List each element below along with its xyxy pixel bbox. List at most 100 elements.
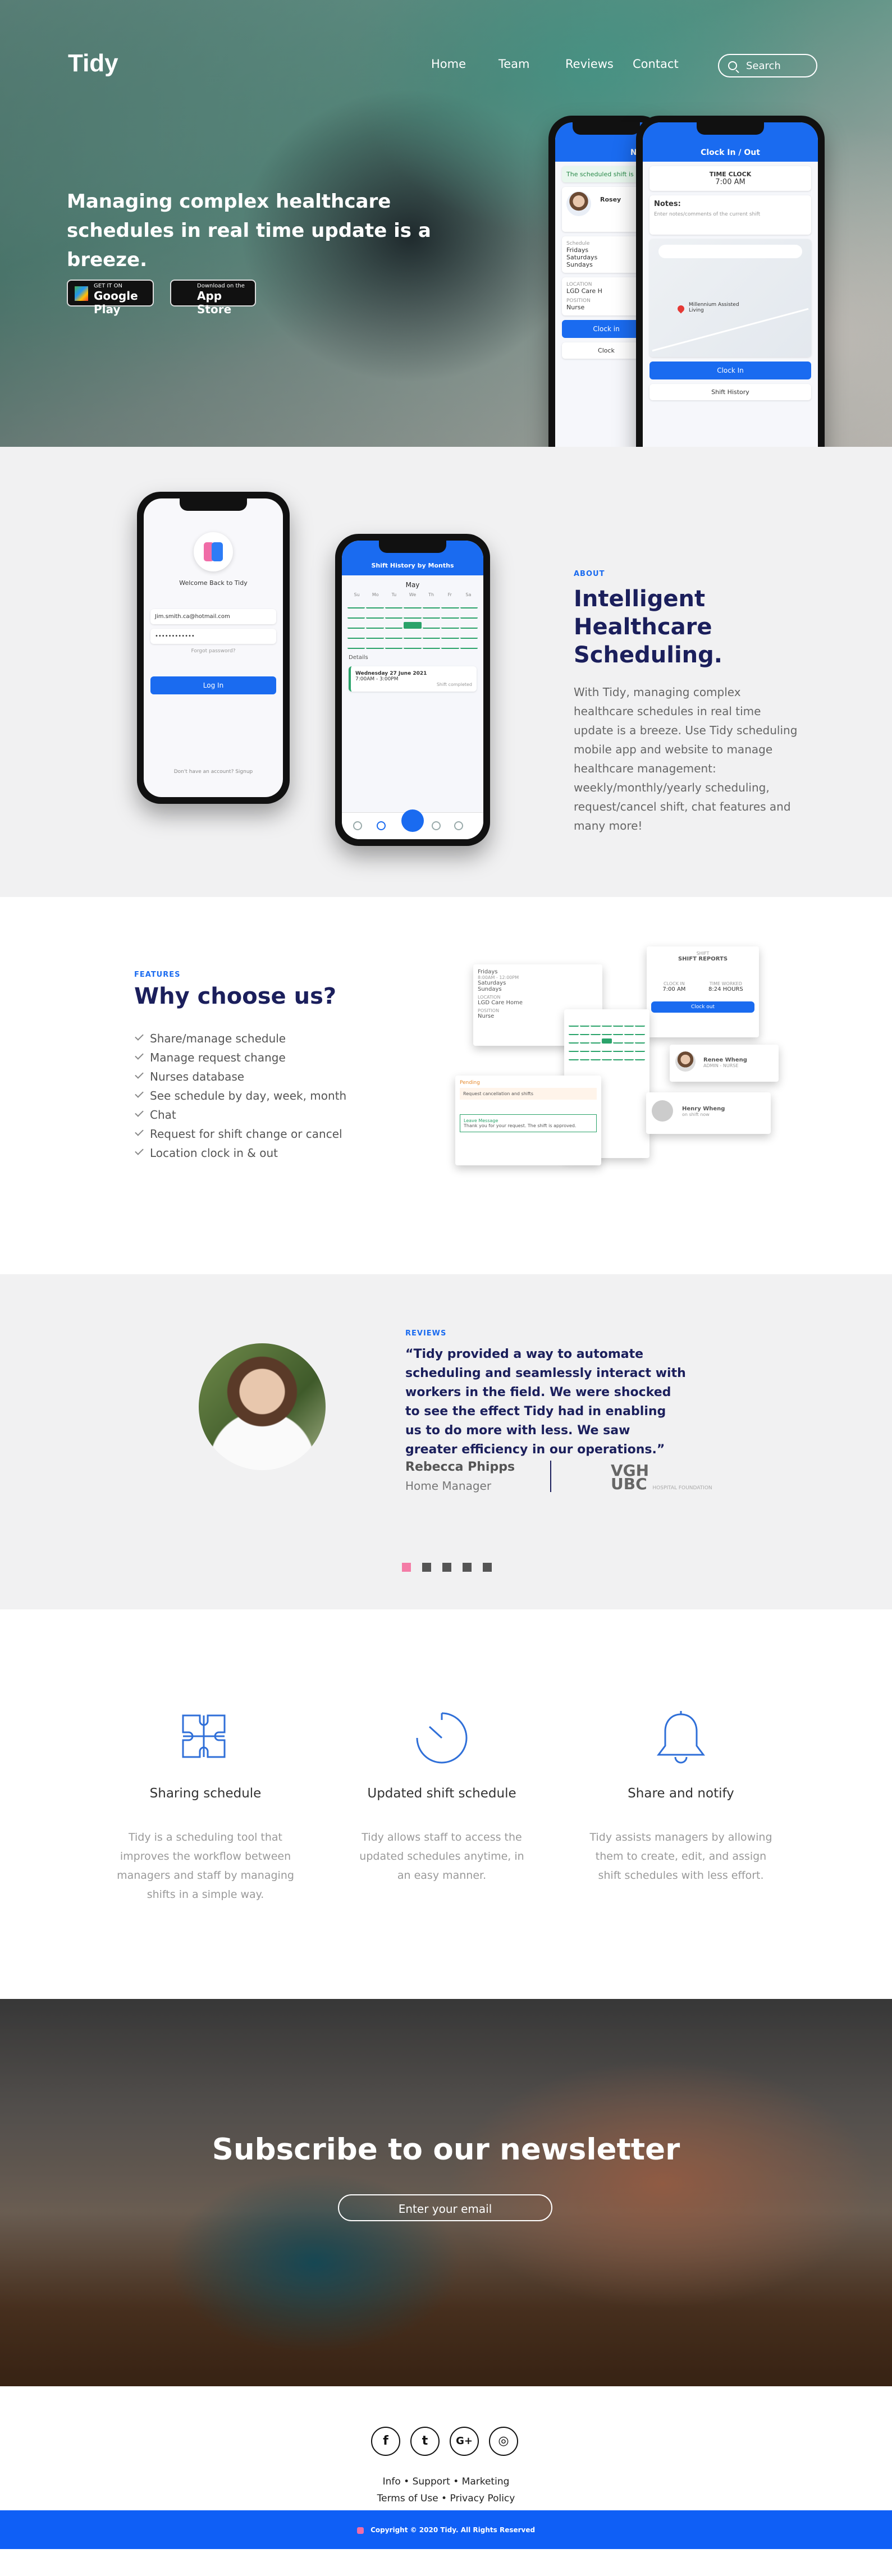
map-search[interactable] (658, 245, 802, 258)
calendar-day-cell[interactable] (612, 1030, 623, 1035)
profile-icon[interactable] (454, 821, 463, 830)
calendar-day-cell[interactable] (569, 1030, 579, 1035)
calendar-day-cell[interactable] (612, 1022, 623, 1027)
calendar-day-cell[interactable] (460, 622, 478, 629)
calendar-day-cell[interactable] (366, 622, 384, 629)
pagination-dot[interactable] (483, 1563, 492, 1572)
calendar-day-cell[interactable] (385, 642, 403, 649)
calendar-day-cell[interactable] (404, 632, 422, 639)
google-play-button[interactable]: GET IT ON Google Play (67, 280, 154, 316)
nav-contact[interactable]: Contact (633, 57, 679, 71)
calendar-day-cell[interactable] (624, 1038, 634, 1044)
book-icon[interactable] (401, 809, 424, 832)
calendar-day-cell[interactable] (602, 1038, 612, 1044)
calendar-day-cell[interactable] (422, 632, 441, 639)
calendar-day-cell[interactable] (366, 602, 384, 608)
pagination-dot[interactable] (463, 1563, 472, 1572)
brand-logo[interactable]: Tidy (68, 49, 118, 77)
footer-links-row-2[interactable]: Terms of Use • Privacy Policy (0, 2493, 892, 2504)
calendar-day-cell[interactable] (569, 1022, 579, 1027)
calendar-day-cell[interactable] (635, 1030, 645, 1035)
calendar-day-cell[interactable] (579, 1038, 590, 1044)
facebook-icon[interactable]: f (371, 2427, 400, 2456)
login-button[interactable]: Log In (150, 676, 276, 694)
calendar-day-cell[interactable] (422, 612, 441, 619)
calendar-day-cell[interactable] (441, 622, 459, 629)
footer-links-row-1[interactable]: Info • Support • Marketing (0, 2476, 892, 2487)
bell-icon[interactable] (353, 821, 362, 830)
calendar-day-cell[interactable] (422, 602, 441, 608)
calendar-day-cell[interactable] (612, 1047, 623, 1052)
calendar-day-cell[interactable] (591, 1030, 601, 1035)
calendar-day-cell[interactable] (624, 1047, 634, 1052)
calendar-day-cell[interactable] (385, 622, 403, 629)
google-plus-icon[interactable]: G+ (450, 2427, 479, 2456)
detail-card[interactable]: Wednesday 27 June 2021 7:00AM - 3:00PM S… (349, 666, 477, 692)
email-field[interactable]: Jim.smith.ca@hotmail.com (150, 609, 276, 624)
calendar-day-cell[interactable] (347, 612, 365, 619)
calendar-day-cell[interactable] (624, 1022, 634, 1027)
calendar-day-cell[interactable] (591, 1038, 601, 1044)
calendar-day-cell[interactable] (460, 642, 478, 649)
chat-icon[interactable] (432, 821, 441, 830)
calendar-day-cell[interactable] (612, 1055, 623, 1060)
calendar-day-cell[interactable] (385, 612, 403, 619)
newsletter-email-input[interactable]: Enter your email (338, 2194, 552, 2221)
calendar-day-cell[interactable] (460, 632, 478, 639)
signup-link[interactable]: Don't have an account? Signup (144, 769, 283, 775)
password-field[interactable]: •••••••••••• (150, 629, 276, 644)
calendar-day-cell[interactable] (366, 612, 384, 619)
twitter-icon[interactable]: t (410, 2427, 440, 2456)
calendar-day-cell[interactable] (579, 1030, 590, 1035)
app-store-button[interactable]: Download on the App Store (170, 280, 256, 316)
calendar-day-cell[interactable] (635, 1047, 645, 1052)
calendar-day-cell[interactable] (591, 1022, 601, 1027)
calendar-day-cell[interactable] (591, 1047, 601, 1052)
user-card-1[interactable]: Renee Wheng ADMIN - NURSE (670, 1045, 779, 1082)
clock-icon[interactable] (377, 821, 386, 830)
calendar-day-cell[interactable] (569, 1047, 579, 1052)
calendar-day-cell[interactable] (366, 632, 384, 639)
calendar-day-cell[interactable] (591, 1055, 601, 1060)
calendar-day-cell[interactable] (624, 1055, 634, 1060)
calendar-day-cell[interactable] (624, 1030, 634, 1035)
nav-team[interactable]: Team (498, 57, 530, 71)
calendar-day-cell[interactable] (441, 612, 459, 619)
calendar-day-cell[interactable] (347, 632, 365, 639)
calendar-day-cell[interactable] (635, 1038, 645, 1044)
calendar-day-cell[interactable] (635, 1055, 645, 1060)
map-card[interactable]: Millennium Assisted Living (649, 239, 811, 357)
nav-reviews[interactable]: Reviews (565, 57, 614, 71)
pagination-dot[interactable] (402, 1563, 411, 1572)
calendar-day-cell[interactable] (602, 1047, 612, 1052)
user-card-2[interactable]: Henry Wheng on shift now (646, 1092, 771, 1134)
calendar-day-cell[interactable] (441, 632, 459, 639)
calendar-day-cell[interactable] (635, 1022, 645, 1027)
calendar-day-cell[interactable] (385, 632, 403, 639)
calendar-day-cell[interactable] (422, 642, 441, 649)
search-input[interactable]: Search (718, 54, 817, 77)
calendar-day-cell[interactable] (347, 602, 365, 608)
calendar-day-cell[interactable] (347, 622, 365, 629)
calendar-day-cell[interactable] (602, 1055, 612, 1060)
calendar-day-cell[interactable] (612, 1038, 623, 1044)
calendar-day-cell[interactable] (422, 622, 441, 629)
calendar-day-cell[interactable] (460, 612, 478, 619)
pagination-dot[interactable] (422, 1563, 431, 1572)
calendar-day-cell[interactable] (579, 1047, 590, 1052)
mini-clock-button[interactable]: Clock out (651, 1001, 754, 1013)
calendar-day-cell[interactable] (404, 622, 422, 629)
calendar-day-cell[interactable] (579, 1055, 590, 1060)
instagram-icon[interactable]: ◎ (489, 2427, 518, 2456)
calendar-day-cell[interactable] (404, 612, 422, 619)
calendar-day-cell[interactable] (347, 642, 365, 649)
pagination-dot[interactable] (442, 1563, 451, 1572)
calendar-day-cell[interactable] (569, 1055, 579, 1060)
calendar-day-cell[interactable] (404, 642, 422, 649)
calendar-day-cell[interactable] (602, 1030, 612, 1035)
calendar-day-cell[interactable] (404, 602, 422, 608)
shift-history-button[interactable]: Shift History (649, 384, 811, 400)
calendar-day-cell[interactable] (441, 642, 459, 649)
calendar-day-cell[interactable] (602, 1022, 612, 1027)
clock-in-button[interactable]: Clock In (649, 362, 811, 379)
